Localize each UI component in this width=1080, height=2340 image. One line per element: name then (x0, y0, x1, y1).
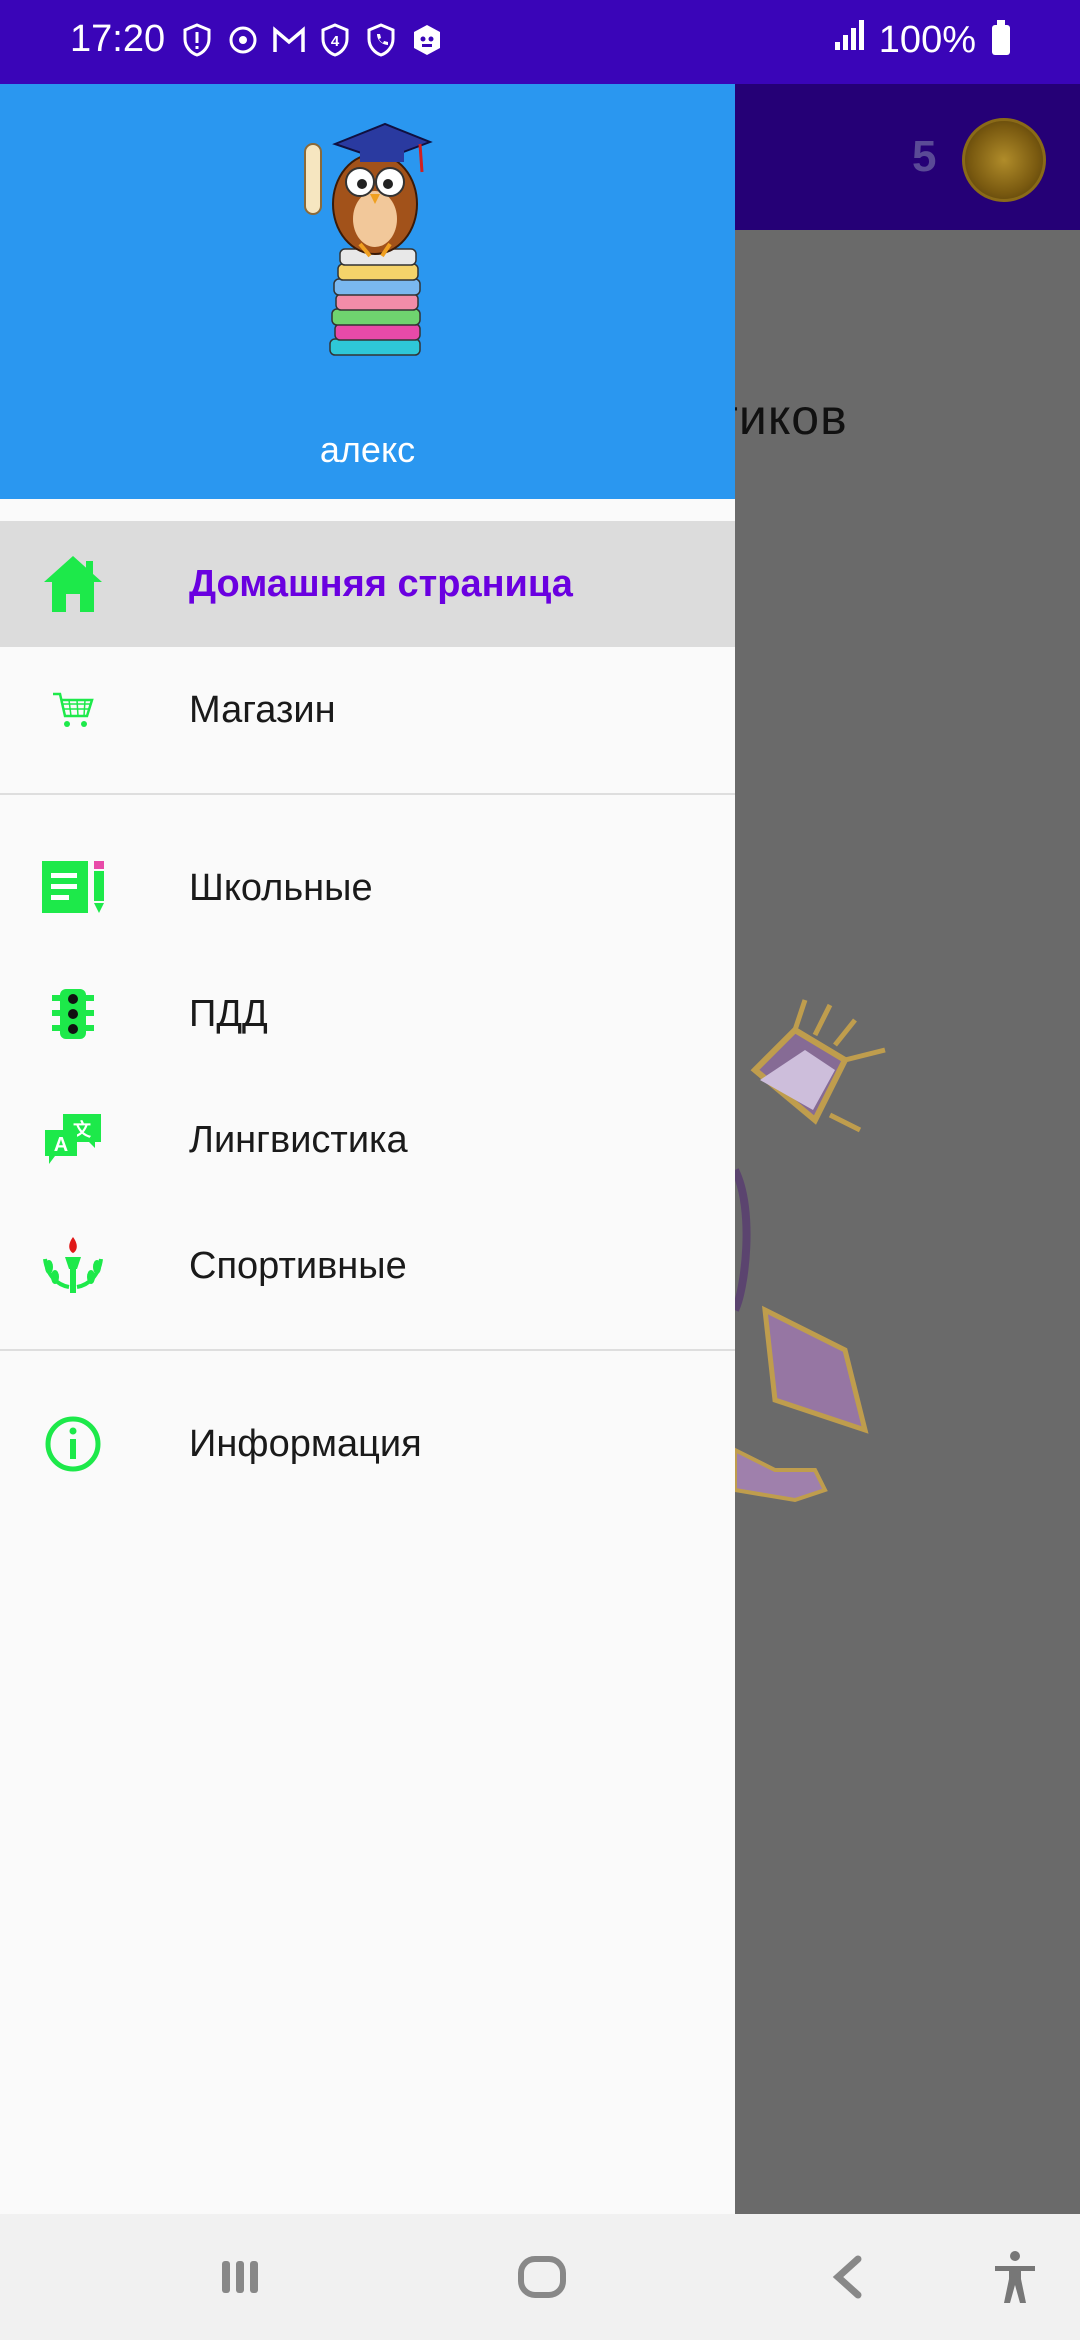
back-button[interactable] (820, 2244, 880, 2310)
torch-laurel-icon (38, 1231, 108, 1301)
navigation-drawer: алекс Домашняя страница Магазин Школьные (0, 84, 735, 2214)
menu-item-info[interactable]: Информация (0, 1381, 735, 1507)
menu-label: Школьные (189, 866, 373, 909)
signal-icon (833, 18, 869, 62)
coin-count: 5 (912, 132, 937, 181)
drawer-header: алекс (0, 84, 735, 499)
menu-divider (0, 1349, 735, 1351)
menu-item-home[interactable]: Домашняя страница (0, 521, 735, 647)
drawer-menu: Домашняя страница Магазин Школьные ПДД 文… (0, 521, 735, 1507)
menu-label: Информация (189, 1422, 422, 1465)
hexagon-icon (410, 22, 444, 58)
home-icon (38, 549, 108, 619)
menu-label: ПДД (189, 992, 268, 1035)
traffic-light-icon (38, 979, 108, 1049)
recent-apps-button[interactable] (210, 2244, 270, 2310)
svg-text:4: 4 (331, 33, 340, 50)
menu-label: Спортивные (189, 1244, 407, 1287)
cart-icon (38, 675, 108, 745)
menu-item-linguistics[interactable]: 文A Лингвистика (0, 1077, 735, 1203)
menu-divider (0, 793, 735, 795)
translate-icon: 文A (38, 1105, 108, 1175)
menu-item-traffic-rules[interactable]: ПДД (0, 951, 735, 1077)
home-nav-icon (518, 2256, 566, 2298)
gmail-icon (272, 22, 306, 58)
menu-item-school[interactable]: Школьные (0, 825, 735, 951)
coin-icon[interactable] (962, 118, 1046, 202)
status-time: 17:20 (70, 18, 166, 60)
sync-icon (226, 22, 260, 58)
recent-apps-icon (222, 2261, 258, 2293)
shield-4-icon: 4 (318, 22, 352, 58)
shield-alert-icon (180, 22, 214, 58)
menu-label: Домашняя страница (189, 562, 573, 605)
menu-item-sports[interactable]: Спортивные (0, 1203, 735, 1329)
accessibility-button[interactable] (985, 2244, 1045, 2310)
menu-label: Лингвистика (189, 1118, 408, 1161)
shield-phone-icon (364, 22, 398, 58)
home-button[interactable] (512, 2244, 572, 2310)
character-image (735, 999, 886, 1503)
accessibility-icon (995, 2251, 1035, 2303)
owl-on-books-avatar (304, 122, 433, 356)
menu-label: Магазин (189, 688, 336, 731)
system-nav-bar (0, 2214, 1080, 2340)
battery-icon (992, 20, 1010, 55)
username: алекс (319, 429, 416, 470)
status-notification-icons: 4 (180, 22, 444, 58)
back-icon (832, 2255, 862, 2299)
battery-percent: 100% (878, 18, 976, 61)
status-right: 100% (833, 18, 1010, 62)
info-icon (38, 1409, 108, 1479)
school-notes-icon (38, 853, 108, 923)
svg-text:A: A (54, 1134, 68, 1156)
status-bar: 17:20 4 100% (0, 0, 1080, 84)
menu-item-shop[interactable]: Магазин (0, 647, 735, 773)
